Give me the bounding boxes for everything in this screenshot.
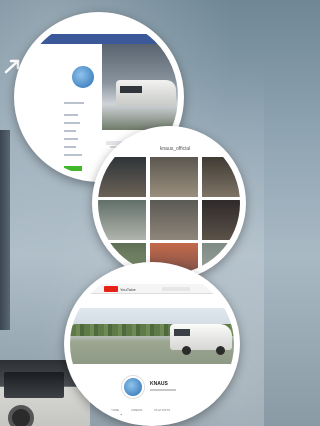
sidebar-link[interactable] bbox=[64, 154, 82, 156]
action-button[interactable] bbox=[64, 166, 82, 171]
background-van-wheel bbox=[8, 405, 34, 426]
photo-tile[interactable] bbox=[202, 157, 240, 197]
search-input[interactable] bbox=[162, 287, 190, 291]
grid-title: knaus_official bbox=[159, 146, 191, 152]
nav-item-videos[interactable]: VIDEOS bbox=[131, 408, 142, 412]
background-van-window bbox=[4, 372, 64, 398]
nav-item-playlists[interactable]: PLAYLISTS bbox=[154, 408, 170, 412]
van-wheel bbox=[216, 346, 225, 355]
channel-name: KNAUS bbox=[150, 381, 168, 387]
photo-tile[interactable] bbox=[150, 200, 198, 240]
van-wheel bbox=[182, 346, 191, 355]
site-word: YouTube bbox=[120, 287, 136, 292]
top-bar bbox=[20, 34, 178, 44]
top-bar bbox=[70, 284, 234, 294]
cover-camper-van bbox=[116, 80, 176, 106]
background-door bbox=[0, 130, 10, 330]
photo-grid-bubble: knaus_official bbox=[92, 126, 246, 280]
channel-nav: HOME VIDEOS PLAYLISTS bbox=[110, 408, 210, 416]
sidebar-link[interactable] bbox=[64, 138, 78, 140]
video-channel-bubble: YouTube KNAUS HOME VIDEOS PLAYLISTS bbox=[64, 262, 240, 426]
avatar[interactable] bbox=[70, 64, 96, 90]
active-nav-underline bbox=[108, 414, 122, 415]
play-logo-icon[interactable] bbox=[104, 286, 118, 292]
photo-tile[interactable] bbox=[150, 157, 198, 197]
nav-item-home[interactable]: HOME bbox=[110, 408, 119, 412]
sidebar-link[interactable] bbox=[64, 146, 76, 148]
cover-van-window bbox=[120, 86, 142, 93]
sidebar-link[interactable] bbox=[64, 130, 76, 132]
photo-tile[interactable] bbox=[98, 200, 146, 240]
sidebar-link[interactable] bbox=[64, 122, 80, 124]
cover-van-window bbox=[174, 329, 190, 336]
channel-avatar[interactable] bbox=[122, 376, 144, 398]
sidebar-link[interactable] bbox=[64, 102, 84, 104]
sidebar-link[interactable] bbox=[64, 114, 78, 116]
photo-tile[interactable] bbox=[202, 200, 240, 240]
photo-tile[interactable] bbox=[98, 157, 146, 197]
channel-subtitle bbox=[150, 389, 176, 391]
photo-grid bbox=[98, 157, 240, 274]
